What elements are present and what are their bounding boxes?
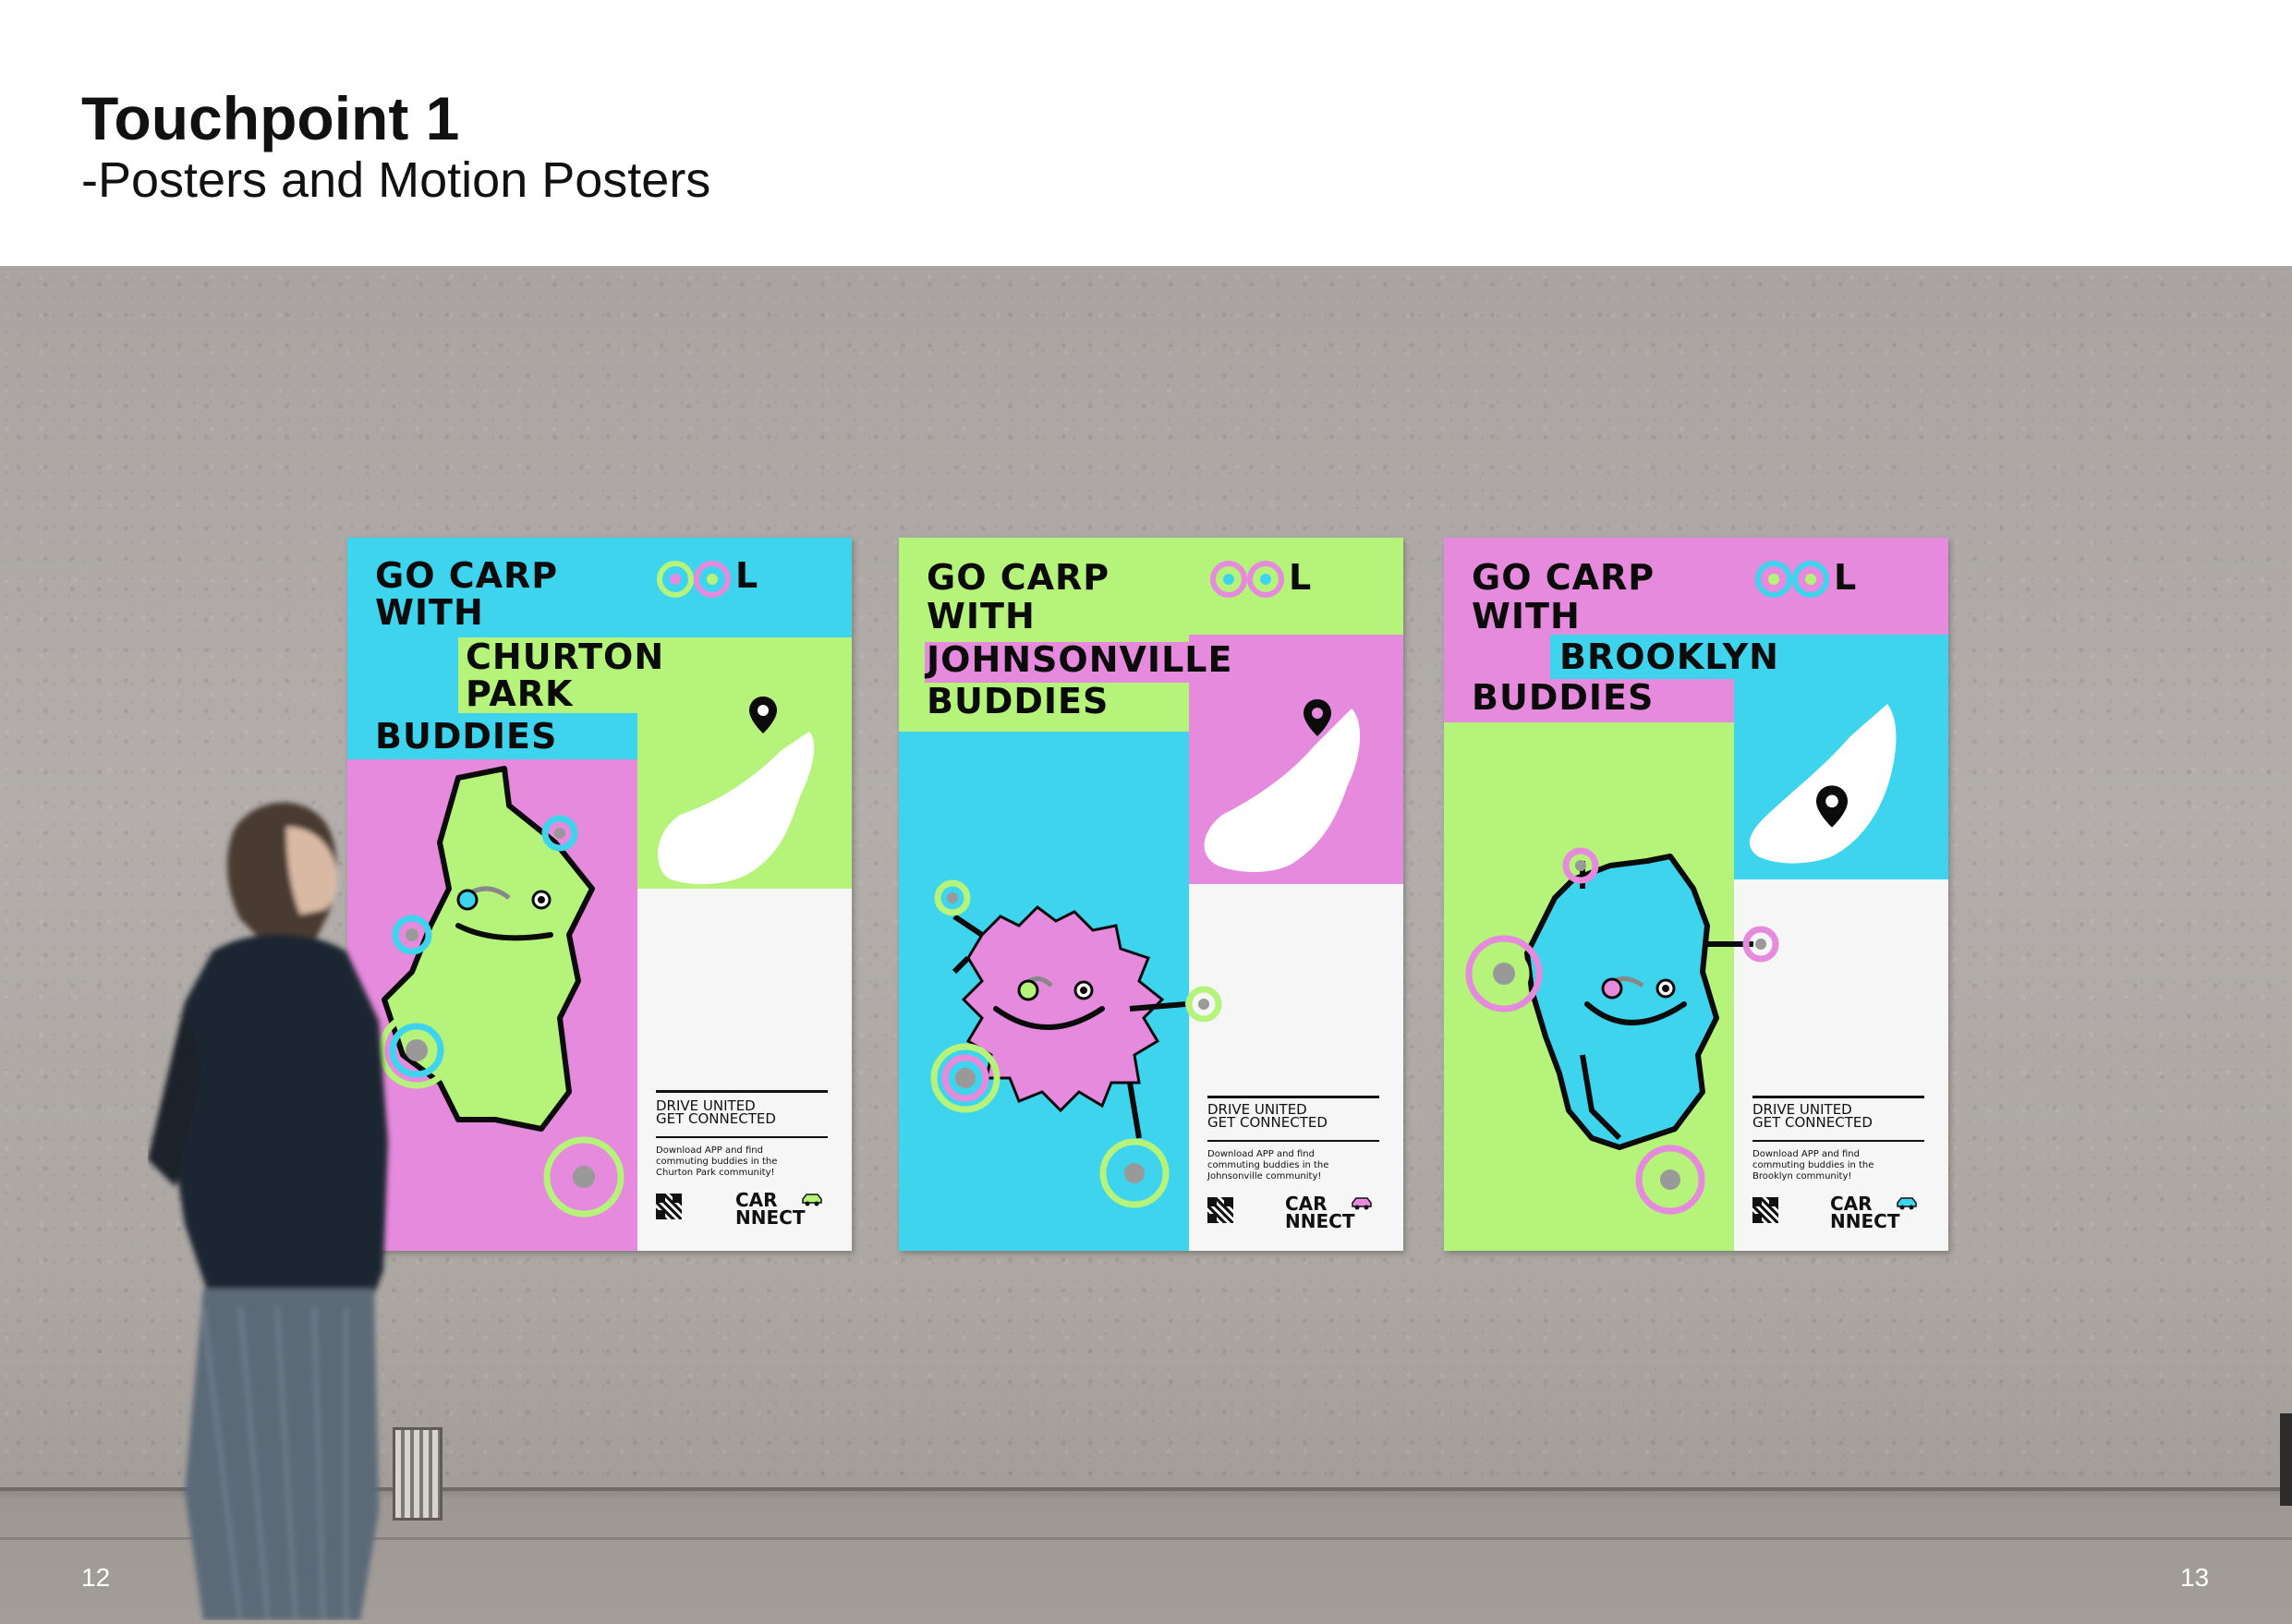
page-title: Touchpoint 1 (81, 84, 460, 152)
poster-logo-nnect: NNECT (1285, 1210, 1355, 1232)
poster-headline-with: WITH (375, 592, 484, 633)
poster-place-line-1: JOHNSONVILLE (927, 639, 1233, 680)
poster-headline-with: WITH (927, 596, 1036, 636)
location-pin-icon (749, 697, 777, 733)
poster-place-line-1: CHURTON (466, 636, 665, 677)
page-number-right: 13 (2180, 1563, 2210, 1592)
location-pin-icon (1304, 699, 1331, 736)
poster-rule-bottom (1207, 1140, 1379, 1142)
poster-tagline-2: GET CONNECTED (1207, 1114, 1328, 1131)
poster-headline-go-carp: GO CARP (375, 555, 559, 596)
poster-tagline-2: GET CONNECTED (1752, 1114, 1873, 1131)
car-icon (1897, 1197, 1917, 1210)
poster-place-line-2: BUDDIES (927, 681, 1110, 721)
car-icon (1352, 1197, 1372, 1210)
poster-logo-nnect: NNECT (1830, 1210, 1900, 1232)
poster-place-line-2: PARK (466, 673, 574, 714)
poster-body-text: Download APP and find commuting buddies … (1752, 1149, 1874, 1182)
poster-place-line-1: BROOKLYN (1559, 636, 1779, 677)
poster-headline-l: L (1834, 557, 1858, 598)
poster-headline-go-carp: GO CARP (1472, 557, 1655, 598)
poster-headline-l: L (735, 555, 759, 596)
page-number-left: 12 (81, 1563, 111, 1592)
header: Touchpoint 1 -Posters and Motion Posters (0, 0, 2292, 266)
poster-logo-nnect: NNECT (735, 1206, 806, 1229)
poster-headline-go-carp: GO CARP (927, 557, 1110, 598)
poster-rule-top (1207, 1096, 1379, 1098)
poster-headline-l: L (1289, 557, 1313, 598)
poster-place-line-3: BUDDIES (375, 716, 558, 757)
poster-tagline-2: GET CONNECTED (656, 1110, 776, 1127)
poster-johnsonville: GO CARP L WITH JOHNSONVILLE BUDDIES DRIV… (899, 538, 1403, 1251)
poster-rule-bottom (656, 1136, 828, 1138)
walking-person-illustration (148, 802, 388, 1620)
qr-code-icon (656, 1194, 682, 1219)
poster-place-line-2: BUDDIES (1472, 677, 1655, 718)
poster-headline-with: WITH (1472, 596, 1581, 636)
poster-body-text: Download APP and find commuting buddies … (1207, 1149, 1329, 1182)
poster-brooklyn: GO CARP L WITH BROOKLYN BUDDIES DRIVE UN… (1444, 538, 1948, 1251)
poster-rule-bottom (1752, 1140, 1924, 1142)
poster-rule-top (656, 1090, 828, 1093)
poster-body-text: Download APP and find commuting buddies … (656, 1145, 778, 1178)
page-subtitle: -Posters and Motion Posters (81, 152, 711, 208)
qr-code-icon (1752, 1197, 1778, 1223)
poster-rule-top (1752, 1096, 1924, 1098)
car-icon (802, 1194, 822, 1206)
wall-vent-right (2280, 1413, 2292, 1506)
location-pin-icon (1816, 785, 1848, 828)
qr-code-icon (1207, 1197, 1233, 1223)
